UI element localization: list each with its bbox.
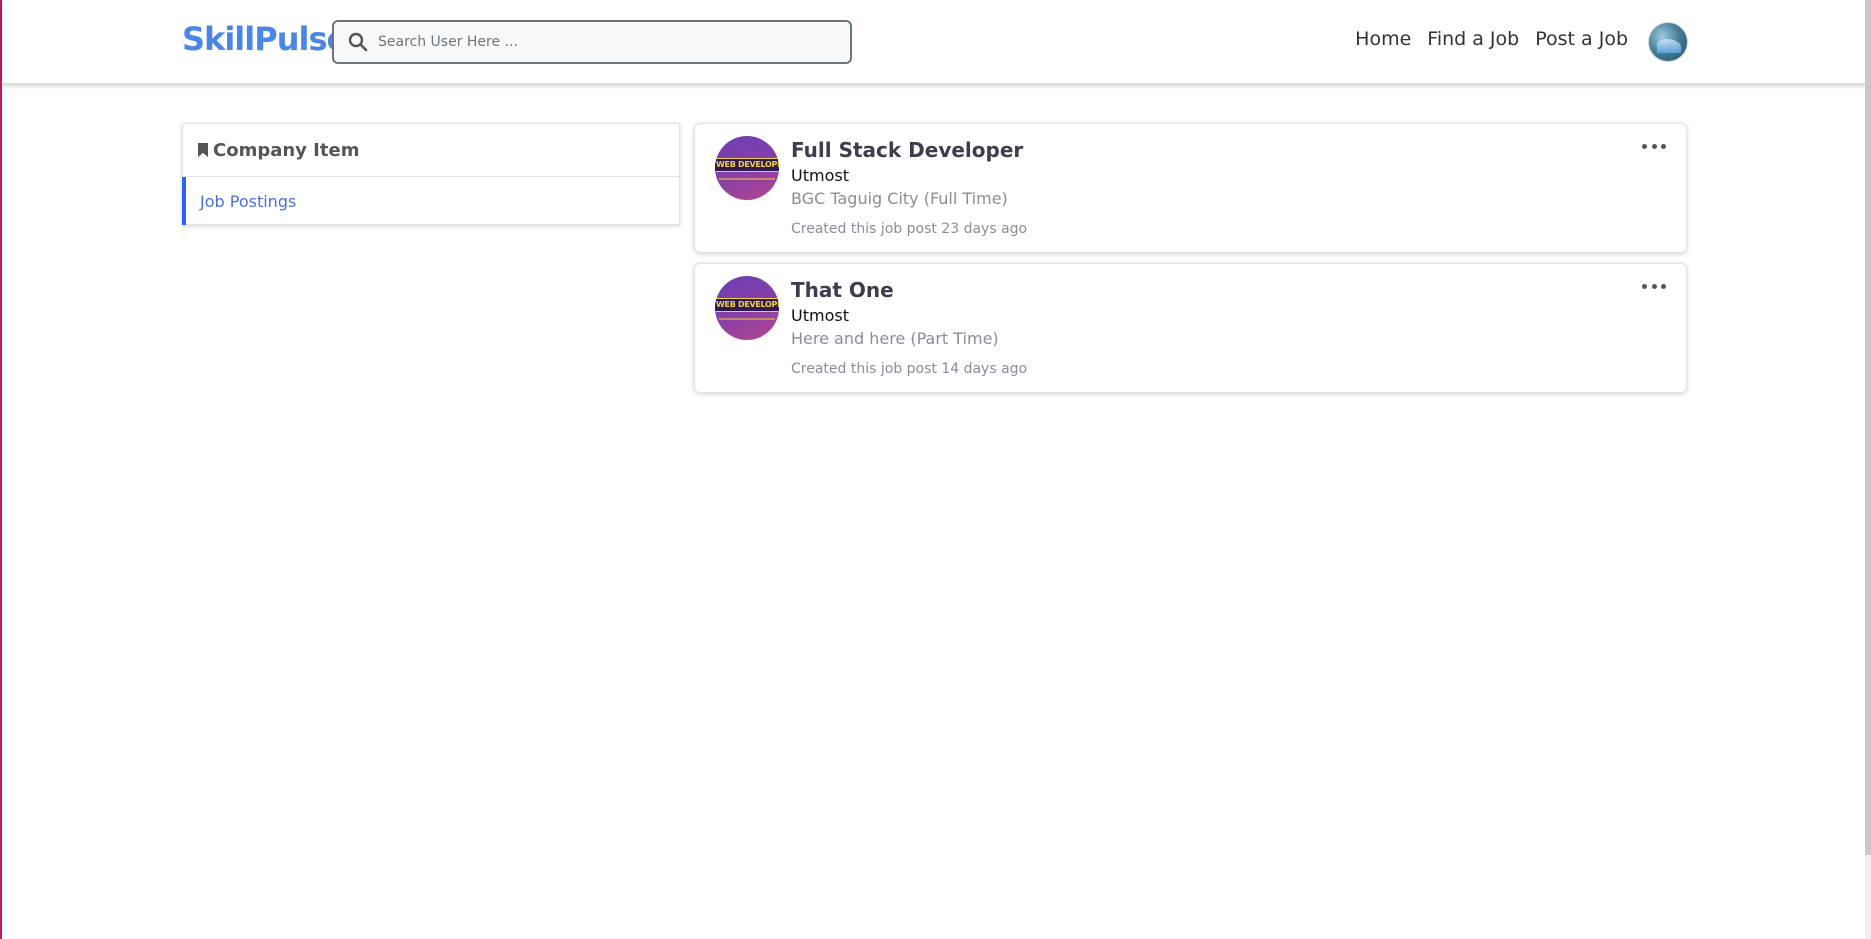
search-input[interactable] <box>378 34 818 50</box>
search-bar <box>332 20 852 64</box>
job-created-time: Created this job post 23 days ago <box>791 221 1028 237</box>
brand-logo[interactable]: SkillPulse <box>182 20 348 58</box>
top-navbar: SkillPulse Home Find a Job Post a Job <box>2 0 1868 84</box>
job-logo-text: WEB DEVELOPER <box>716 300 779 309</box>
sidebar-header: Company Item <box>183 124 679 177</box>
job-logo: WEB DEVELOPER <box>715 276 779 340</box>
nav-home-link[interactable]: Home <box>1355 28 1411 50</box>
page-scrollbar[interactable] <box>1865 0 1871 939</box>
job-card[interactable]: WEB DEVELOPER That One Utmost Here and h… <box>694 263 1687 393</box>
more-options-icon[interactable] <box>1642 138 1666 154</box>
user-avatar[interactable] <box>1648 22 1688 62</box>
job-location: Here and here (Part Time) <box>791 329 999 348</box>
sidebar-item-label: Job Postings <box>200 191 297 211</box>
more-options-icon[interactable] <box>1642 278 1666 294</box>
nav-post-job-link[interactable]: Post a Job <box>1535 28 1628 50</box>
job-logo-text: WEB DEVELOPER <box>716 160 779 169</box>
nav-links: Home Find a Job Post a Job <box>1355 28 1628 50</box>
job-title[interactable]: That One <box>791 278 894 302</box>
job-created-time: Created this job post 14 days ago <box>791 361 1028 377</box>
job-location: BGC Taguig City (Full Time) <box>791 189 1008 208</box>
job-card[interactable]: WEB DEVELOPER Full Stack Developer Utmos… <box>694 123 1687 253</box>
scrollbar-thumb[interactable] <box>1865 0 1871 855</box>
job-title[interactable]: Full Stack Developer <box>791 138 1023 162</box>
sidebar-item-job-postings[interactable]: Job Postings <box>182 177 679 225</box>
job-company: Utmost <box>791 306 849 325</box>
job-company: Utmost <box>791 166 849 185</box>
bookmark-icon <box>198 143 208 157</box>
nav-find-job-link[interactable]: Find a Job <box>1427 28 1519 50</box>
sidebar-title: Company Item <box>213 139 360 161</box>
search-icon <box>348 32 368 52</box>
company-sidebar: Company Item Job Postings <box>182 123 680 225</box>
job-logo: WEB DEVELOPER <box>715 136 779 200</box>
